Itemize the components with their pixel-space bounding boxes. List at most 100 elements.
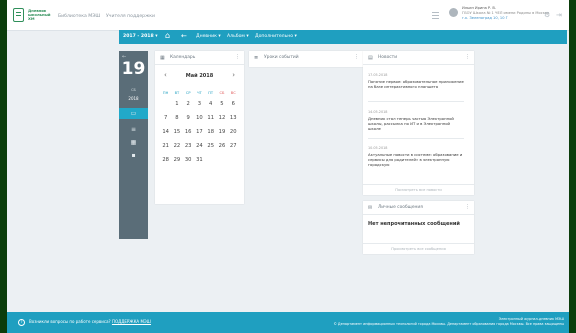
calendar-day[interactable]: 16 (183, 125, 194, 139)
calendar-day[interactable]: 8 (171, 111, 182, 125)
news-icon: ▤ (368, 55, 373, 61)
calendar-day[interactable]: 27 (228, 139, 239, 153)
calendar-day[interactable]: 12 (216, 111, 227, 125)
calendar-card: ▦ Календарь ⋮ ‹ Май 2018 › ПН ВТ СР ЧТ ПТ СБ В… (155, 51, 244, 204)
year-selector[interactable]: 2017 - 2018 ▾ (123, 34, 158, 39)
calendar-day[interactable]: 3 (194, 97, 205, 111)
calendar-day[interactable]: 25 (205, 139, 216, 153)
nav-support-link[interactable]: Учителя поддержки (106, 14, 155, 19)
menu-icon[interactable] (432, 12, 439, 19)
calendar-day[interactable]: 31 (194, 153, 205, 167)
calendar-day[interactable]: 13 (228, 111, 239, 125)
calendar-day[interactable]: 18 (205, 125, 216, 139)
weekday-label: ПН (162, 91, 169, 95)
calendar-month: Май 2018 (185, 73, 214, 79)
date-sidebar: ← 19 СБ 2018 ▭ ≡ ▦ ▪ (119, 51, 148, 239)
top-bar: Дневник школьный ХМ Библиотека МЭШ Учите… (7, 0, 569, 31)
news-text[interactable]: Дневник стал теперь частью Электронной ш… (368, 116, 464, 131)
calendar-day[interactable]: 23 (183, 139, 194, 153)
sidebar-grid-button[interactable]: ▦ (119, 137, 148, 148)
envelope-icon: ✉ (368, 205, 373, 211)
calendar-day[interactable]: 1 (171, 97, 182, 111)
calendar-icon: ▦ (160, 55, 165, 61)
calendar-day[interactable]: 7 (160, 111, 171, 125)
home-icon[interactable]: ⌂ (165, 31, 170, 40)
sidebar-list-button[interactable]: ≡ (119, 124, 148, 135)
menu-album[interactable]: Альбом ▾ (227, 34, 249, 39)
nav-library-link[interactable]: Библиотека МЭШ (58, 14, 100, 19)
lessons-card: ≣ Уроки событий ⋮ (249, 51, 363, 67)
news-item[interactable]: 14.05.2018 Дневник стал теперь частью Эл… (368, 110, 464, 131)
calendar-day[interactable]: 30 (183, 153, 194, 167)
calendar-week-row: 14 15 16 17 18 19 20 (160, 125, 239, 139)
menu-additional[interactable]: Дополнительно ▾ (255, 34, 297, 39)
gear-icon[interactable]: ⚙ (544, 11, 550, 19)
calendar-day[interactable]: 4 (205, 97, 216, 111)
help-block: ? Возникли вопросы по работе сервиса? ПОД… (18, 319, 151, 326)
card-header: ✉ Личные сообщения ⋮ (363, 201, 474, 215)
news-item[interactable]: 10.05.2018 Актуальные новости в системе:… (368, 146, 464, 167)
card-title: Уроки событий (264, 55, 299, 60)
more-icon[interactable]: ⋮ (354, 54, 359, 60)
calendar-day[interactable]: 2 (183, 97, 194, 111)
calendar-day[interactable]: 29 (171, 153, 182, 167)
sidebar-square-button[interactable]: ▪ (119, 150, 148, 161)
weekday-label: СБ (219, 91, 225, 95)
weekday-label: СР (185, 91, 191, 95)
weekday-label: ЧТ (197, 91, 202, 95)
user-area: Ильин Ирина Р. В. ГБОУ Школа № 1 ЧЕЛ име… (389, 0, 569, 30)
main-nav-bar: 2017 - 2018 ▾ ⌂ ← Дневник ▾ Альбом ▾ Доп… (119, 30, 567, 44)
footer: ? Возникли вопросы по работе сервиса? ПОД… (7, 312, 569, 333)
next-month-icon[interactable]: › (232, 71, 235, 79)
calendar-day[interactable]: 28 (160, 153, 171, 167)
calendar-day[interactable]: 17 (194, 125, 205, 139)
weekday-header-row: ПН ВТ СР ЧТ ПТ СБ ВС (160, 89, 239, 97)
calendar-day[interactable]: 14 (160, 125, 171, 139)
menu-diary[interactable]: Дневник ▾ (196, 34, 221, 39)
news-text[interactable]: Актуальные новости в системе: образовани… (368, 152, 464, 167)
news-item[interactable]: 17.05.2018 Понятие первое: образовательн… (368, 73, 464, 89)
all-news-link[interactable]: Посмотреть все новости (363, 184, 474, 195)
weekday-label: ВТ (174, 91, 180, 95)
calendar-day[interactable]: 15 (171, 125, 182, 139)
sidebar-calendar-button[interactable]: ▭ (119, 108, 148, 119)
logout-icon[interactable]: ⇥ (556, 11, 562, 19)
calendar-day[interactable]: 9 (183, 111, 194, 125)
support-link[interactable]: ПОДДЕРЖКА МЭШ (112, 319, 151, 324)
user-info[interactable]: Ильин Ирина Р. В. ГБОУ Школа № 1 ЧЕЛ име… (462, 6, 549, 21)
back-arrow-icon[interactable]: ← (181, 32, 187, 40)
calendar-day (160, 97, 171, 111)
more-icon[interactable]: ⋮ (235, 54, 240, 60)
card-title: Новости (378, 55, 398, 60)
calendar-day[interactable]: 19 (216, 125, 227, 139)
card-title: Личные сообщения (378, 205, 423, 210)
more-icon[interactable]: ⋮ (465, 54, 470, 60)
calendar-day[interactable]: 24 (194, 139, 205, 153)
weekday-label: ВС (230, 91, 236, 95)
diary-logo-icon[interactable] (13, 8, 24, 22)
news-date: 10.05.2018 (368, 146, 388, 150)
calendar-grid: ПН ВТ СР ЧТ ПТ СБ ВС 1 2 3 4 5 6 7 8 9 10 11 12 13 14 15 16 17 1… (160, 89, 239, 167)
news-text[interactable]: Понятие первое: образовательное приложен… (368, 79, 464, 89)
app-frame: Дневник школьный ХМ Библиотека МЭШ Учите… (7, 0, 569, 333)
news-date: 17.05.2018 (368, 73, 388, 77)
calendar-day[interactable]: 6 (228, 97, 239, 111)
avatar[interactable] (449, 8, 458, 17)
calendar-day[interactable]: 10 (194, 111, 205, 125)
help-icon[interactable]: ? (18, 319, 25, 326)
calendar-day (205, 153, 216, 167)
calendar-day[interactable]: 22 (171, 139, 182, 153)
calendar-day[interactable]: 26 (216, 139, 227, 153)
divider (368, 101, 464, 102)
calendar-day[interactable]: 5 (216, 97, 227, 111)
divider (368, 138, 464, 139)
user-school-link[interactable]: г.к. Зеленоград 10, 10 Г (462, 16, 549, 21)
more-icon[interactable]: ⋮ (465, 204, 470, 210)
logo-text[interactable]: Дневник школьный ХМ (28, 9, 50, 21)
all-messages-link[interactable]: Просмотреть все сообщения (363, 243, 474, 254)
current-day: 19 (121, 59, 146, 79)
news-date: 14.05.2018 (368, 110, 388, 114)
calendar-day[interactable]: 11 (205, 111, 216, 125)
calendar-day[interactable]: 20 (228, 125, 239, 139)
calendar-day[interactable]: 21 (160, 139, 171, 153)
